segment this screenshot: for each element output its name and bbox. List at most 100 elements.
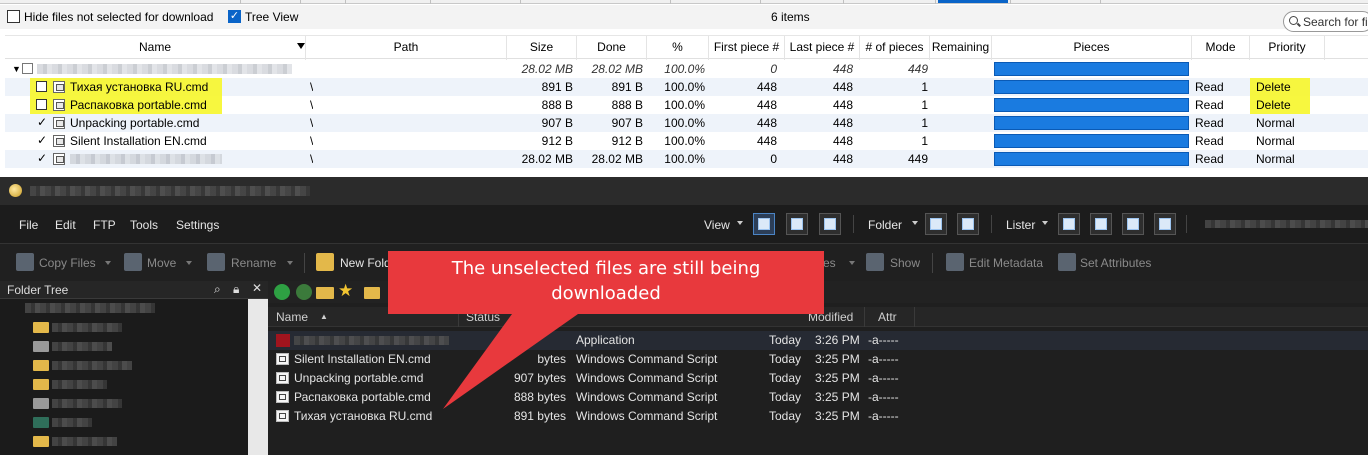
show-button[interactable]: Show [890,256,920,270]
new-folder-icon[interactable] [316,253,334,271]
search-input[interactable]: Search for fil [1283,11,1368,32]
folder-menu-label[interactable]: Folder [868,218,902,232]
table-row[interactable]: ✓ Silent Installation EN.cmd \ 912 B 912 B 10… [5,132,1368,150]
col-first-piece[interactable]: First piece # [709,36,785,60]
tree-scrollbar[interactable] [248,299,268,455]
file-checkbox-checked[interactable]: ✓ [37,133,47,147]
menu-settings[interactable]: Settings [176,218,219,232]
file-first-piece: 0 [770,152,777,166]
view-details-icon[interactable] [753,213,775,235]
lister-tree-icon[interactable] [1122,213,1144,235]
lister-dual-icon[interactable] [1090,213,1112,235]
hide-unselected-checkbox[interactable] [7,10,20,23]
table-row[interactable]: ✓ \ 28.02 MB 28.02 MB 100.0% 0 448 449 Read Norma… [5,150,1368,168]
col-size[interactable]: Size [507,36,577,60]
tree-search-icon[interactable]: ⌕ [214,282,221,297]
file-checkbox[interactable] [36,99,47,110]
file-progress-bar [994,80,1189,94]
expand-arrow-icon[interactable]: ▼ [12,60,21,78]
file-type: Windows Command Script [576,409,718,423]
copy-dropdown-icon[interactable] [105,261,111,265]
col-path[interactable]: Path [306,36,507,60]
folder-options-icon[interactable] [925,213,947,235]
table-row[interactable]: Распаковка portable.cmd \ 888 B 888 B 100.0%… [5,96,1368,114]
col-name-header[interactable]: Name [276,310,308,324]
file-checkbox-checked[interactable]: ✓ [37,115,47,129]
col-last-piece[interactable]: Last piece # [785,36,860,60]
folder-dropdown-icon[interactable] [912,221,918,225]
rename-icon[interactable] [207,253,225,271]
menu-ftp[interactable]: FTP [93,218,116,232]
menu-tools[interactable]: Tools [130,218,158,232]
set-attributes-icon[interactable] [1058,253,1076,271]
edit-metadata-button[interactable]: Edit Metadata [969,256,1043,270]
folder-icon[interactable] [364,287,380,299]
copy-files-button[interactable]: Copy Files [39,256,96,270]
list-item[interactable]: Распаковка portable.cmd 888 bytes Windows … [268,388,1368,407]
root-progress-bar [994,62,1189,76]
properties-button[interactable]: es [823,256,836,270]
properties-dropdown-icon[interactable] [849,261,855,265]
forward-icon[interactable] [296,284,312,300]
back-icon[interactable] [274,284,290,300]
col-percent[interactable]: % [647,36,709,60]
new-folder-button[interactable]: New Fold [340,256,391,270]
col-priority[interactable]: Priority [1250,36,1325,60]
lister-preview-icon[interactable] [1154,213,1176,235]
edit-metadata-icon[interactable] [946,253,964,271]
view-tiles-icon[interactable] [819,213,841,235]
table-row-root[interactable]: ▼ 28.02 MB 28.02 MB 100.0% 0 448 449 [5,60,1368,78]
col-mode[interactable]: Mode [1192,36,1250,60]
list-item[interactable]: Тихая установка RU.cmd 891 bytes Windows C… [268,407,1368,426]
tree-view-checkbox[interactable]: ✓ [228,10,241,23]
folder-tree[interactable] [0,299,248,455]
favorites-star-icon[interactable]: ★ [338,281,353,301]
col-remaining[interactable]: Remaining [930,36,992,60]
menu-edit[interactable]: Edit [55,218,76,232]
file-table-header: Name Path Size Done % First piece # Last… [5,35,1368,60]
set-attributes-button[interactable]: Set Attributes [1080,256,1151,270]
search-icon [1289,16,1298,25]
view-thumbnails-icon[interactable] [786,213,808,235]
col-done[interactable]: Done [577,36,647,60]
col-attr-header[interactable]: Attr [878,310,897,324]
tree-close-icon[interactable]: ✕ [252,281,262,295]
rename-dropdown-icon[interactable] [287,261,293,265]
col-pieces[interactable]: Pieces [992,36,1192,60]
up-folder-icon[interactable] [316,287,334,299]
file-priority[interactable]: Normal [1256,150,1295,168]
list-item[interactable]: Unpacking portable.cmd 907 bytes Windows C… [268,369,1368,388]
copy-files-icon[interactable] [16,253,34,271]
file-checkbox-checked[interactable]: ✓ [37,151,47,165]
list-item[interactable]: Silent Installation EN.cmd bytes Windows C… [268,350,1368,369]
table-row[interactable]: Тихая установка RU.cmd \ 891 B 891 B 100.0% 4… [5,78,1368,96]
move-dropdown-icon[interactable] [186,261,192,265]
file-checkbox[interactable] [36,81,47,92]
lister-single-icon[interactable] [1058,213,1080,235]
move-icon[interactable] [124,253,142,271]
menu-file[interactable]: File [19,218,38,232]
file-done: 888 B [611,98,643,112]
file-modified-day: Today [769,333,802,347]
view-dropdown-icon[interactable] [737,221,743,225]
col-num-pieces[interactable]: # of pieces [860,36,930,60]
folder-compare-icon[interactable] [957,213,979,235]
root-checkbox[interactable] [22,63,33,74]
file-priority[interactable]: Normal [1256,132,1295,150]
file-type: Windows Command Script [576,371,718,385]
lister-menu-label[interactable]: Lister [1006,218,1035,232]
file-last-piece: 448 [832,98,853,112]
file-priority[interactable]: Delete [1256,96,1291,114]
tree-lock-icon[interactable]: 🔒︎ [233,282,239,297]
col-name[interactable]: Name [5,36,306,60]
file-priority[interactable]: Normal [1256,114,1295,132]
view-menu-label[interactable]: View [704,218,730,232]
file-num-pieces: 449 [907,152,928,166]
table-row[interactable]: ✓ Unpacking portable.cmd \ 907 B 907 B 100.0%… [5,114,1368,132]
file-priority[interactable]: Delete [1256,78,1291,96]
lister-dropdown-icon[interactable] [1042,221,1048,225]
list-item[interactable]: Application Today 3:26 PM -a----- [268,331,1368,350]
move-button[interactable]: Move [147,256,176,270]
rename-button[interactable]: Rename [231,256,276,270]
show-icon[interactable] [866,253,884,271]
